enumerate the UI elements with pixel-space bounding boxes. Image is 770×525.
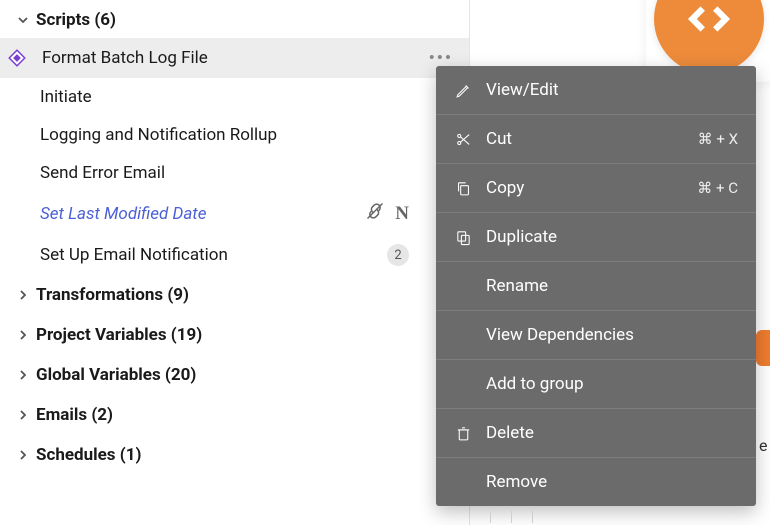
tree-item-set-last-modified-date[interactable]: Set Last Modified Date N <box>0 192 469 235</box>
tree-section-scripts[interactable]: Scripts (6) <box>0 2 469 38</box>
menu-item-label: Copy <box>486 178 683 198</box>
tree-section-global-variables[interactable]: Global Variables (20) <box>0 355 469 395</box>
tree-section-emails[interactable]: Emails (2) <box>0 395 469 435</box>
menu-item-view-dependencies[interactable]: View Dependencies <box>436 311 756 360</box>
orange-sliver <box>756 330 770 366</box>
tree-item-initiate[interactable]: Initiate <box>0 78 469 116</box>
tree-section-label: Project Variables (19) <box>36 325 202 345</box>
tree-item-label: Logging and Notification Rollup <box>40 125 277 145</box>
tree-item-send-error-email[interactable]: Send Error Email <box>0 154 469 192</box>
menu-item-add-to-group[interactable]: Add to group <box>436 360 756 409</box>
chevron-right-icon <box>16 448 30 462</box>
ruler-ticks <box>490 511 560 525</box>
menu-item-label: Duplicate <box>486 227 738 247</box>
copy-icon <box>454 179 472 197</box>
menu-item-label: View Dependencies <box>486 325 738 345</box>
menu-item-label: Rename <box>486 276 738 296</box>
count-badge: 2 <box>387 244 409 266</box>
menu-item-label: Delete <box>486 423 738 443</box>
duplicate-icon <box>454 228 472 246</box>
menu-item-rename[interactable]: Rename <box>436 262 756 311</box>
menu-item-duplicate[interactable]: Duplicate <box>436 213 756 262</box>
tree-item-label: Send Error Email <box>40 163 165 183</box>
tree-section-label: Global Variables (20) <box>36 365 196 385</box>
tree-item-label: Set Up Email Notification <box>40 245 228 265</box>
menu-item-label: Add to group <box>486 374 738 394</box>
tree-item-format-batch-log-file[interactable]: Format Batch Log File ••• <box>0 38 469 78</box>
context-menu: View/Edit Cut ⌘ + X Copy ⌘ + C Duplicate… <box>436 66 756 506</box>
menu-item-label: Cut <box>486 129 684 149</box>
truncated-text: e <box>759 436 767 455</box>
tree-item-set-up-email-notification[interactable]: Set Up Email Notification 2 <box>0 235 469 275</box>
tree-section-label: Emails (2) <box>36 405 113 425</box>
tree-item-label: Set Last Modified Date <box>40 204 206 224</box>
tree-section-project-variables[interactable]: Project Variables (19) <box>0 315 469 355</box>
menu-item-shortcut: ⌘ + C <box>697 179 738 197</box>
tree-item-label: Initiate <box>40 87 92 107</box>
tree-section-label: Schedules (1) <box>36 445 141 465</box>
sidebar: Scripts (6) Format Batch Log File ••• In… <box>0 0 470 525</box>
note-icon: N <box>395 203 409 225</box>
more-options-button[interactable]: ••• <box>429 48 453 68</box>
menu-item-shortcut: ⌘ + X <box>698 130 738 148</box>
menu-item-view-edit[interactable]: View/Edit <box>436 66 756 115</box>
tree-item-label: Format Batch Log File <box>42 48 208 68</box>
chevron-right-icon <box>16 408 30 422</box>
menu-item-remove[interactable]: Remove <box>436 458 756 506</box>
chevron-right-icon <box>16 288 30 302</box>
tree-section-label: Scripts (6) <box>36 10 116 30</box>
trash-icon <box>454 424 472 442</box>
tree-section-schedules[interactable]: Schedules (1) <box>0 435 469 475</box>
chevron-right-icon <box>16 368 30 382</box>
pencil-icon <box>454 81 472 99</box>
menu-item-cut[interactable]: Cut ⌘ + X <box>436 115 756 164</box>
scissors-icon <box>454 130 472 148</box>
unlink-icon <box>365 201 385 226</box>
tree-section-label: Transformations (9) <box>36 285 189 305</box>
menu-item-delete[interactable]: Delete <box>436 409 756 458</box>
chevron-down-icon <box>16 13 30 27</box>
tree-section-transformations[interactable]: Transformations (9) <box>0 275 469 315</box>
script-diamond-icon <box>6 47 28 69</box>
menu-item-label: Remove <box>486 472 738 492</box>
menu-item-copy[interactable]: Copy ⌘ + C <box>436 164 756 213</box>
chevron-right-icon <box>16 328 30 342</box>
menu-item-label: View/Edit <box>486 80 738 100</box>
tree-item-logging-rollup[interactable]: Logging and Notification Rollup <box>0 116 469 154</box>
